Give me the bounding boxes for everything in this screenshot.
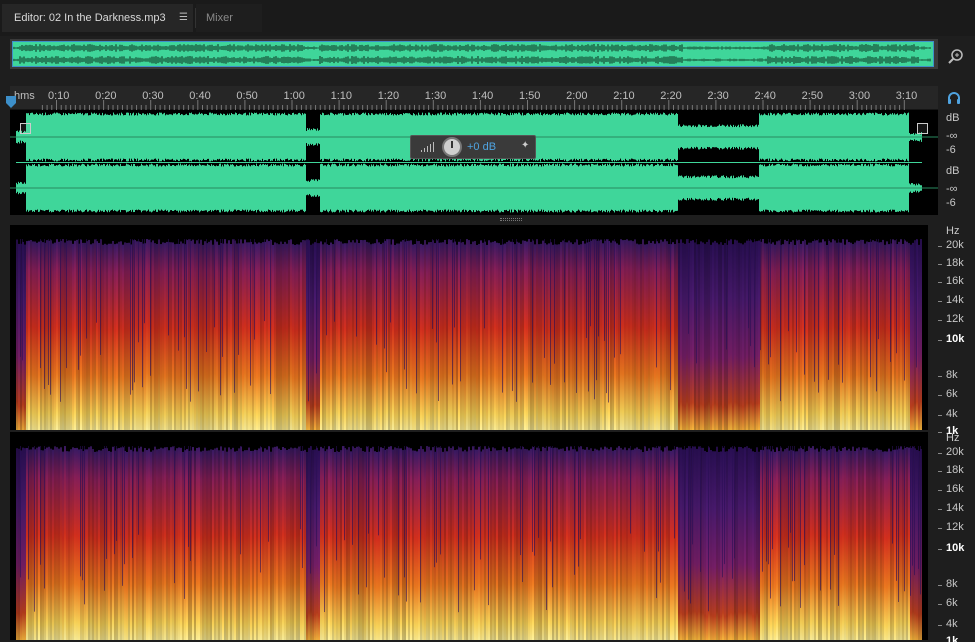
- hz-tick-mark: [938, 395, 942, 396]
- ruler-tick-label: 1:00: [283, 90, 305, 102]
- playhead-marker-icon[interactable]: [6, 96, 16, 110]
- divider-grip[interactable]: [500, 218, 522, 221]
- ruler-tick-label: 1:30: [424, 90, 447, 102]
- gain-hud[interactable]: +0 dB ✦: [410, 135, 536, 159]
- hz-unit-label: Hz: [946, 225, 960, 237]
- hz-tick-label: 4k: [946, 408, 958, 420]
- hz-tick-label: 10k: [946, 333, 965, 345]
- overview-navigator[interactable]: [10, 39, 938, 69]
- hz-tick-mark: [938, 509, 942, 510]
- hz-tick-mark: [938, 320, 942, 321]
- zoom-magnifier-icon[interactable]: [946, 46, 966, 66]
- ruler-tick-label: 2:00: [566, 90, 588, 102]
- hz-tick-mark: [938, 489, 942, 491]
- hz-tick-mark: [938, 528, 942, 530]
- hz-unit-label: Hz: [946, 432, 960, 444]
- fade-out-handle[interactable]: [917, 123, 928, 134]
- ruler-tick-label: 1:10: [330, 90, 353, 102]
- waveform-display[interactable]: [10, 110, 938, 215]
- hz-tick-label: 16k: [946, 482, 964, 495]
- tab-editor[interactable]: Editor: 02 In the Darkness.mp3 ☰: [2, 4, 193, 32]
- db-tick-minus-6: -6: [946, 144, 956, 156]
- hz-tick-label: 10k: [946, 541, 965, 554]
- hz-tick-label: 14k: [946, 294, 964, 306]
- spectral-display-channel-1[interactable]: [10, 225, 928, 430]
- tab-mixer-label: Mixer: [206, 12, 233, 24]
- db-tick-minus-6: -6: [946, 197, 956, 209]
- gain-value[interactable]: +0 dB: [467, 141, 496, 153]
- waveform-channels: [10, 112, 938, 213]
- hz-tick-mark: [938, 301, 942, 302]
- hz-tick-mark: [938, 415, 942, 416]
- time-ruler[interactable]: hms 0:10 0:20 0:30 0:40 0:50 1:00 1:10 1:20 1:30…: [10, 86, 938, 110]
- ruler-tick-label: 3:00: [848, 90, 871, 102]
- hz-tick-label: 1k: [946, 634, 959, 642]
- hz-scale-channel-2: Hz 20k 18k 16k 14k 12k 10k 8k 6k 4k 1k: [938, 432, 975, 642]
- headphones-icon[interactable]: [946, 90, 962, 106]
- hz-tick-label: 6k: [946, 597, 958, 610]
- hz-tick-label: 14k: [946, 502, 964, 514]
- db-scale-channel-2: dB -∞ -6: [938, 165, 975, 215]
- tab-bar: Editor: 02 In the Darkness.mp3 ☰ Mixer: [0, 0, 975, 36]
- ruler-tick-label: 2:10: [613, 90, 635, 102]
- db-unit-label: dB: [946, 165, 960, 177]
- ruler-tick-label: 2:40: [754, 90, 776, 102]
- hamburger-menu-icon[interactable]: ☰: [179, 4, 188, 32]
- ruler-tick-label: 2:30: [707, 90, 729, 102]
- db-unit-label: dB: [946, 112, 960, 124]
- ruler-tick-label: 0:40: [189, 90, 211, 102]
- hz-tick-label: 12k: [946, 521, 964, 534]
- ruler-tick-label: 1:20: [377, 90, 400, 102]
- hz-tick-mark: [938, 585, 942, 587]
- ruler-tick-label: 0:30: [142, 90, 164, 102]
- ruler-tick-label: 0:10: [48, 90, 70, 102]
- hz-tick-mark: [938, 548, 942, 550]
- hz-tick-mark: [938, 471, 942, 473]
- overview-selection-box[interactable]: [12, 41, 934, 67]
- tab-editor-label: Editor: 02 In the Darkness.mp3: [14, 12, 166, 24]
- ruler-tick-label: 1:50: [519, 90, 541, 102]
- hz-tick-mark: [938, 340, 942, 341]
- hz-tick-label: 20k: [946, 239, 964, 251]
- hz-scale-channel-1: Hz 20k 18k 16k 14k 12k 10k 8k 6k 4k 1k: [938, 225, 975, 437]
- ruler-tick-label: 0:20: [95, 90, 117, 102]
- db-tick-minus-infinity: -∞: [946, 130, 958, 142]
- ruler-tick-label: 2:50: [801, 90, 824, 102]
- ruler-tick-label: 2:20: [660, 90, 682, 102]
- panel-divider[interactable]: [10, 215, 938, 225]
- hz-tick-label: 18k: [946, 257, 964, 269]
- hz-tick-label: 20k: [946, 446, 964, 459]
- hz-tick-label: 12k: [946, 313, 964, 325]
- fade-in-handle[interactable]: [20, 123, 31, 134]
- hz-tick-label: 16k: [946, 275, 964, 287]
- pin-icon[interactable]: ✦: [521, 140, 529, 151]
- level-bars-icon: [421, 142, 434, 152]
- hz-tick-label: 8k: [946, 578, 958, 591]
- spectrogram-channel-1: [10, 225, 928, 430]
- spectrogram-channel-2: [10, 432, 928, 640]
- ruler-tick-label: 3:10: [895, 90, 918, 102]
- ruler-tick-label: 1:40: [471, 90, 494, 102]
- hz-tick-label: 8k: [946, 369, 958, 381]
- db-tick-minus-infinity: -∞: [946, 183, 958, 195]
- hz-tick-mark: [938, 282, 942, 283]
- hz-tick-label: 6k: [946, 388, 958, 400]
- ruler-tick-label: 0:50: [236, 90, 258, 102]
- hz-tick-mark: [938, 624, 942, 626]
- hz-tick-mark: [938, 604, 942, 606]
- tab-mixer[interactable]: Mixer: [196, 4, 262, 32]
- hz-tick-label: 18k: [946, 464, 964, 477]
- gain-knob[interactable]: [442, 137, 462, 157]
- spectral-display-channel-2[interactable]: [10, 432, 928, 640]
- db-scale-channel-1: dB -∞ -6: [938, 112, 975, 162]
- hz-tick-mark: [938, 453, 942, 455]
- hz-tick-label: 4k: [946, 617, 958, 630]
- hz-tick-mark: [938, 376, 942, 377]
- hz-tick-mark: [938, 264, 942, 265]
- hz-tick-mark: [938, 246, 942, 247]
